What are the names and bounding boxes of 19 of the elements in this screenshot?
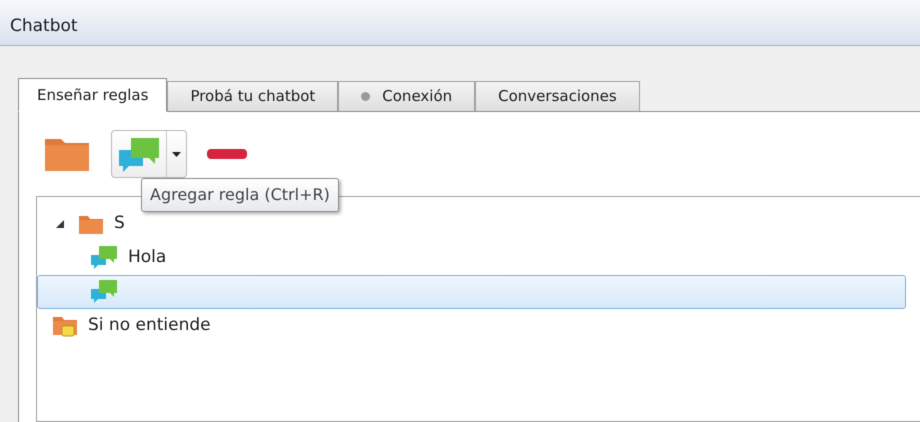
caret-icon[interactable]	[172, 152, 181, 156]
tree-row[interactable]: Si no entiende	[37, 309, 906, 343]
chat-bubbles-icon	[90, 279, 118, 305]
tab[interactable]: Probá tu chatbot	[167, 81, 338, 111]
tab[interactable]: Conversaciones	[475, 81, 640, 111]
tooltip: Agregar regla (Ctrl+R)	[141, 178, 339, 212]
locked-folder-icon	[52, 314, 78, 338]
chat-bubbles-icon	[90, 245, 118, 271]
remove-icon[interactable]	[207, 149, 247, 159]
chat-bubbles-icon	[117, 136, 161, 174]
tab[interactable]: Enseñar reglas	[18, 78, 168, 112]
tree-item-label[interactable]: S	[114, 211, 125, 237]
folder-icon	[78, 213, 104, 235]
tab[interactable]: Conexión	[338, 81, 476, 111]
expanded-arrow-icon[interactable]	[56, 220, 64, 228]
tree-item-label[interactable]: Hola	[128, 245, 166, 271]
tree-item-label[interactable]: Si no entiende	[88, 313, 211, 339]
tree-row[interactable]: Hola	[37, 241, 906, 275]
window-title: Chatbot	[10, 14, 78, 38]
